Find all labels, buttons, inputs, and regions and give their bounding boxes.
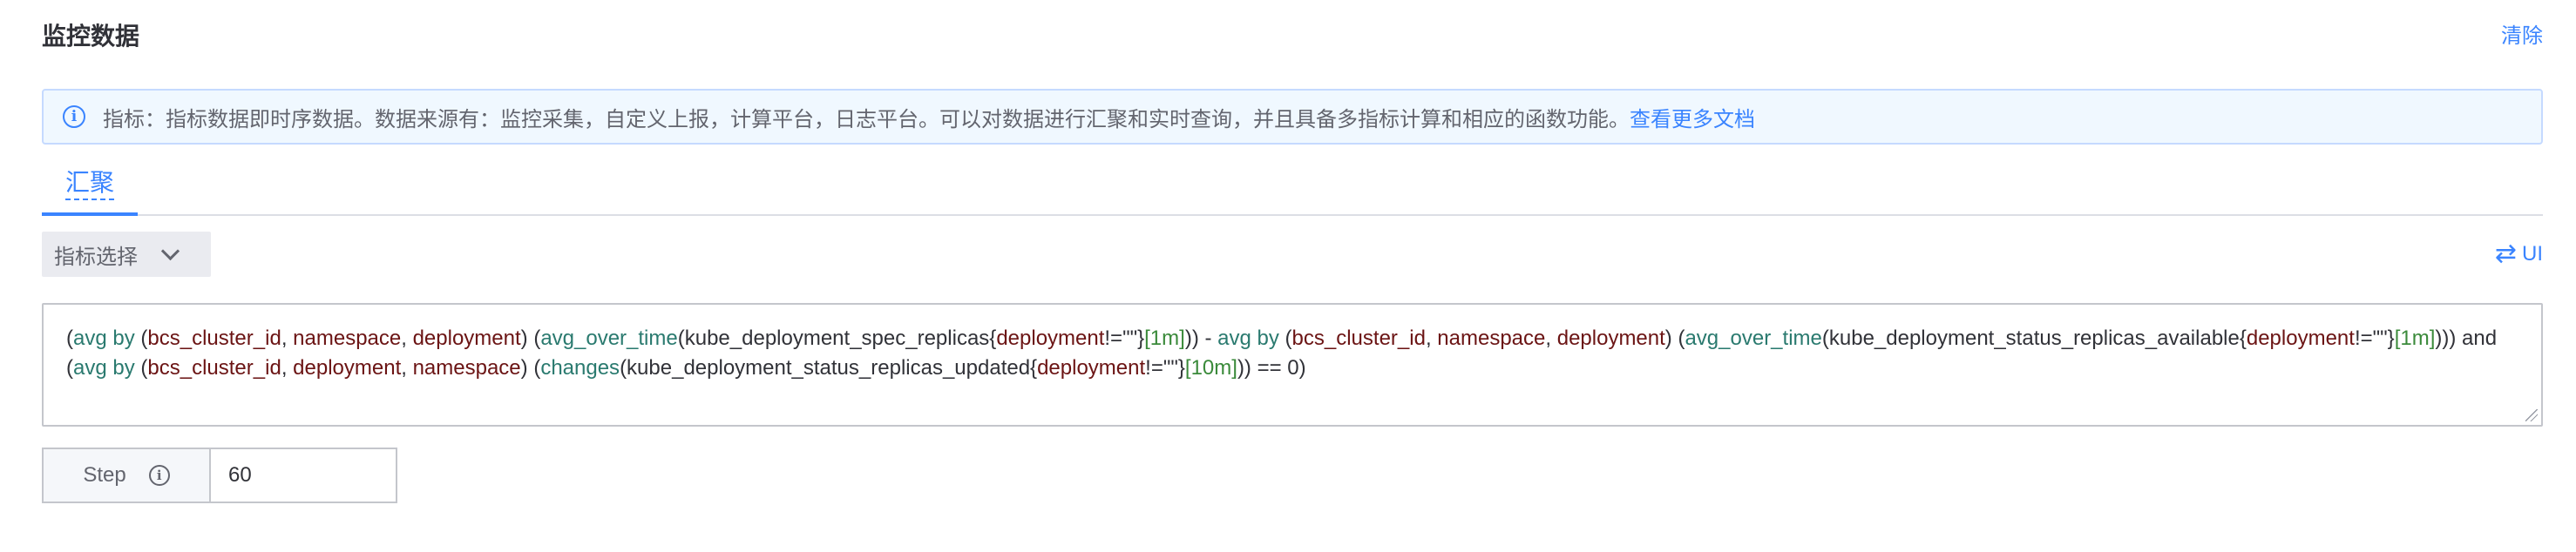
- query-token-label: namespace: [293, 326, 402, 350]
- metric-select-button[interactable]: 指标选择: [42, 232, 211, 277]
- query-token-plain: ) (: [520, 326, 541, 350]
- notice-text: 指标：指标数据即时序数据。数据来源有：监控采集，自定义上报，计算平台，日志平台。…: [103, 107, 1630, 131]
- step-label-box: Step i: [42, 448, 211, 503]
- step-input[interactable]: [211, 448, 397, 503]
- chevron-down-icon: [160, 241, 180, 260]
- query-token-plain: !=""}: [1104, 326, 1145, 350]
- query-token-label: bcs_cluster_id: [147, 356, 281, 380]
- query-token-label: namespace: [412, 356, 521, 380]
- query-token-plain: !=""}: [2354, 326, 2395, 350]
- docs-link[interactable]: 查看更多文档: [1630, 102, 1755, 132]
- query-token-plain: (kube_deployment_status_replicas_availab…: [1821, 326, 2247, 350]
- query-token-func: avg_over_time: [1685, 326, 1822, 350]
- query-token-plain: (: [66, 356, 73, 380]
- query-token-plain: ) (: [1664, 326, 1685, 350]
- query-token-plain: ,: [401, 356, 413, 380]
- section-title: 监控数据: [42, 23, 140, 50]
- query-token-func: avg_over_time: [540, 326, 678, 350]
- query-token-func: avg by: [73, 326, 135, 350]
- query-token-label: deployment: [1037, 356, 1146, 380]
- swap-arrows-icon: ⇄: [2494, 239, 2517, 268]
- query-token-plain: ,: [1425, 326, 1438, 350]
- query-token-plain: ,: [401, 326, 413, 350]
- clear-button[interactable]: 清除: [2501, 21, 2543, 52]
- query-token-plain: (: [134, 356, 148, 380]
- query-token-label: deployment: [412, 326, 521, 350]
- query-token-label: deployment: [996, 326, 1105, 350]
- query-token-plain: (: [134, 326, 148, 350]
- query-token-label: bcs_cluster_id: [147, 326, 281, 350]
- query-token-plain: ) (: [520, 356, 541, 380]
- ui-mode-label: UI: [2522, 242, 2543, 266]
- ui-mode-toggle[interactable]: ⇄ UI: [2495, 240, 2543, 268]
- query-token-label: deployment: [2246, 326, 2355, 350]
- query-token-plain: !=""}: [1145, 356, 1185, 380]
- query-token-plain: ,: [281, 326, 294, 350]
- active-tab-indicator: [42, 212, 138, 216]
- query-token-plain: )) -: [1184, 326, 1218, 350]
- metric-select-label: 指标选择: [54, 245, 138, 269]
- query-token-label: bcs_cluster_id: [1291, 326, 1426, 350]
- query-token-func: changes: [540, 356, 620, 380]
- info-circle-icon: i: [63, 105, 85, 128]
- query-token-num: [1m]: [2394, 326, 2436, 350]
- query-token-plain: (kube_deployment_spec_replicas{: [677, 326, 997, 350]
- query-token-num: [1m]: [1144, 326, 1185, 350]
- query-token-func: avg by: [1217, 326, 1279, 350]
- resize-handle[interactable]: [2525, 409, 2538, 421]
- tab-aggregate[interactable]: 汇聚: [42, 160, 138, 216]
- query-token-num: [10m]: [1184, 356, 1237, 380]
- query-token-plain: (: [1278, 326, 1292, 350]
- query-token-plain: ,: [1545, 326, 1557, 350]
- query-editor[interactable]: (avg by (bcs_cluster_id, namespace, depl…: [42, 303, 2543, 427]
- tab-label: 汇聚: [64, 169, 114, 200]
- query-token-plain: ,: [281, 356, 294, 380]
- info-circle-icon[interactable]: i: [148, 465, 170, 486]
- query-token-label: deployment: [293, 356, 402, 380]
- query-token-label: namespace: [1437, 326, 1546, 350]
- query-token-label: deployment: [1556, 326, 1665, 350]
- step-field: Step i: [42, 448, 397, 503]
- tab-bar: 汇聚: [42, 160, 2543, 216]
- query-token-func: avg by: [73, 356, 135, 380]
- query-token-plain: )) == 0): [1237, 356, 1306, 380]
- query-text: (avg by (bcs_cluster_id, namespace, depl…: [66, 324, 2518, 383]
- query-token-plain: ))) and: [2435, 326, 2498, 350]
- step-label: Step: [83, 463, 126, 487]
- query-token-plain: (kube_deployment_status_replicas_updated…: [620, 356, 1038, 380]
- query-token-plain: (: [66, 326, 73, 350]
- info-notice: i 指标：指标数据即时序数据。数据来源有：监控采集，自定义上报，计算平台，日志平…: [42, 89, 2543, 145]
